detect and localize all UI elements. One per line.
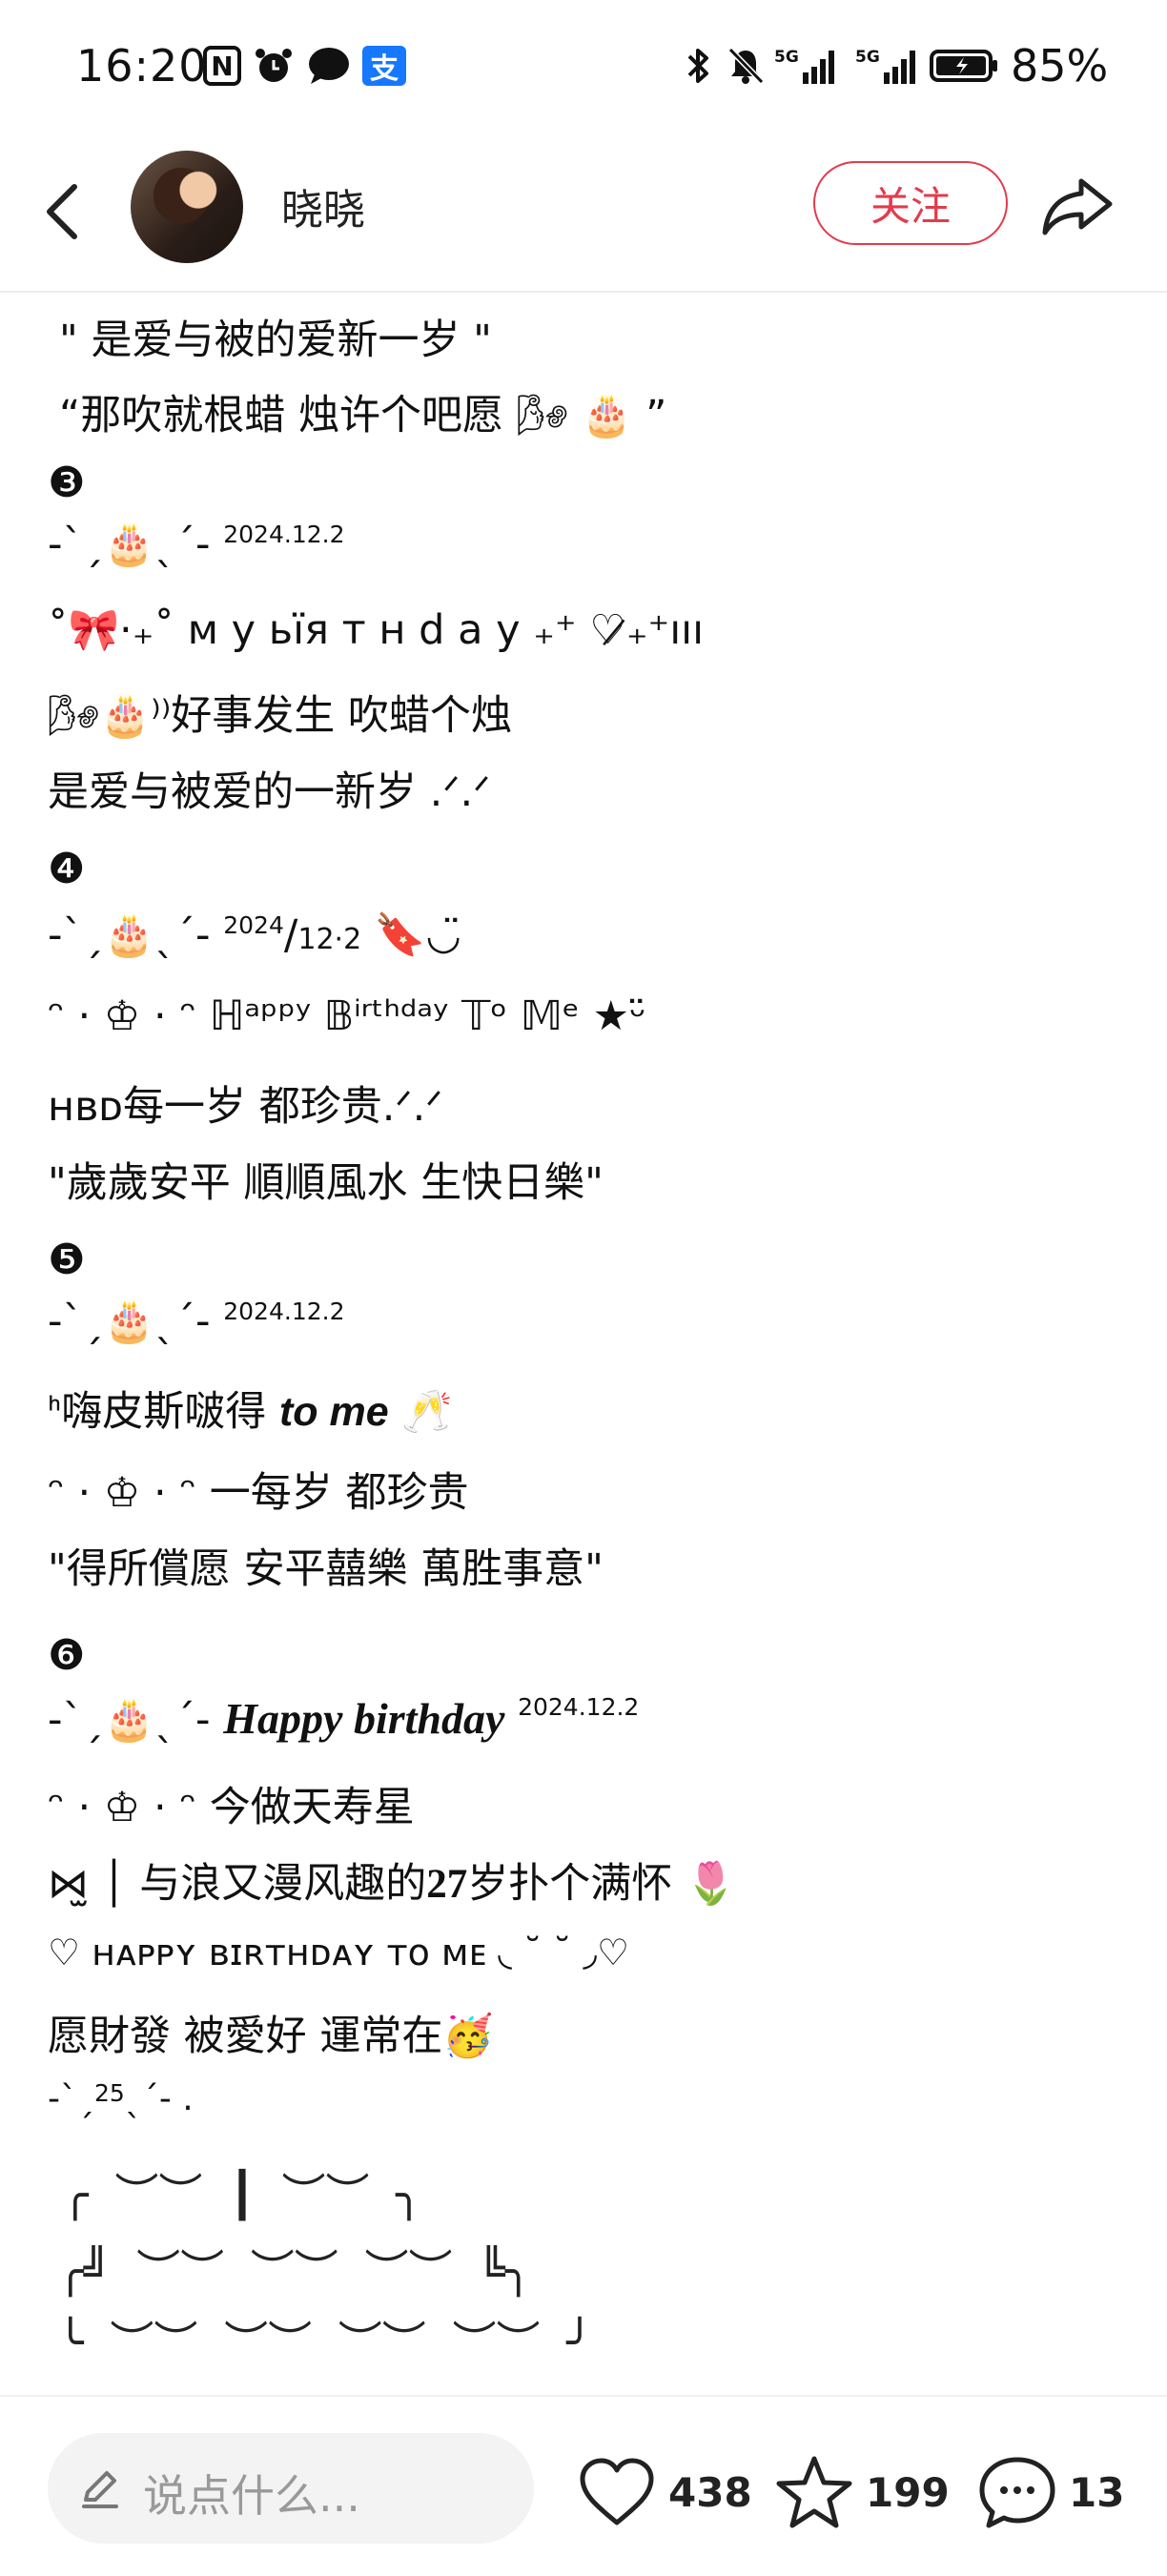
text-segment: -ˋˏ (48, 2079, 94, 2118)
ascii-cake-top: ╭ ︶︶ ┃ ︶︶ ╮ (62, 2169, 422, 2220)
date-line: -ˋˏ🎂ˎˊ- 2024.12.2 (48, 1298, 344, 1345)
share-button[interactable] (1039, 168, 1116, 244)
like-count: 438 (668, 2468, 752, 2516)
date-line: -ˋˏ🎂ˎˊ- Happy birthday 2024.12.2 (48, 1693, 639, 1744)
signal-5g-icon-2: 5G (855, 46, 922, 86)
collect-button[interactable]: 199 (774, 2454, 950, 2530)
section-number: ❹ (48, 845, 86, 893)
pencil-icon (76, 2465, 122, 2511)
date-text: 2024.12.2 (518, 1693, 640, 1721)
text-line: ⋈̫ │ 与浪又漫风趣的27岁扑个满怀 🌷 (48, 1850, 736, 1910)
text-line: ᵔ · ♔ · ᵔ ℍᵃᵖᵖʸ 𝔹ⁱʳᵗʰᵈᵃʸ 𝕋ᵒ 𝕄ᵉ ★ᵕ̈ (48, 992, 646, 1040)
like-button[interactable]: 438 (577, 2454, 752, 2530)
bookmark-decoration: 🔖◡̈ (374, 911, 461, 959)
date-slash: / (283, 911, 298, 959)
ascii-cake-bottom: ╰ ︶︶ ︶︶ ︶︶ ︶︶ ╯ (57, 2317, 593, 2368)
text-line: ᵔ · ♔ · ᵔ 一每岁 都珍贵 (48, 1469, 469, 1517)
heart-icon (580, 2458, 654, 2525)
comment-count: 13 (1069, 2468, 1125, 2516)
cake-decoration: -ˋˏ🎂ˎˊ- (48, 1696, 211, 1744)
text-line: 🌬🎂⁾⁾好事发生 吹蜡个烛 (48, 692, 512, 740)
author-name[interactable]: 晓晓 (281, 175, 365, 236)
section-number: ❺ (48, 1236, 86, 1284)
age-sup: 25 (94, 2079, 125, 2107)
text-line: ᵔ · ♔ · ᵔ 今做天寿星 (48, 1784, 415, 1831)
text-line: 是爱与被爱的一新岁 .ᐟ.ᐟ (48, 768, 491, 816)
date-year: 2024 (223, 911, 284, 939)
post-content: " 是爱与被的爱新一岁 " “那吹就根蜡 烛许个吧愿 🌬 🎂 ” ❸ -ˋˏ🎂ˎ… (0, 292, 1167, 2393)
cake-decoration: -ˋˏ🎂ˎˊ- (48, 521, 211, 568)
comment-button[interactable]: 13 (977, 2454, 1124, 2530)
status-bar: 16:20 N 支 5G 5G 85% (0, 0, 1167, 133)
alipay-icon: 支 (362, 46, 406, 86)
battery-icon (930, 46, 998, 86)
star-icon (776, 2456, 852, 2528)
date-line: -ˋˏ🎂ˎˊ- 2024/12·2 🔖◡̈ (48, 911, 461, 959)
happy-birthday-text: Happy birthday (223, 1694, 505, 1743)
bell-muted-icon (725, 46, 767, 86)
date-line: -ˋˏ🎂ˎˊ- 2024.12.2 (48, 521, 344, 568)
follow-button[interactable]: 关注 (813, 161, 1008, 245)
section-number: ❻ (48, 1631, 86, 1680)
text-line: ♡ ʜᴀᴘᴘʏ ʙɪʀᴛʜᴅᴀʏ ᴛᴏ ᴍᴇ ◟ ˘ ˘ ◞♡ (48, 1932, 630, 1973)
text-segment: ᑋ嗨皮斯啵得 (48, 1388, 279, 1436)
date-text: 2024.12.2 (223, 521, 345, 548)
cake-decoration: -ˋˏ🎂ˎˊ- (48, 911, 211, 959)
comment-input[interactable]: 说点什么... (48, 2433, 534, 2544)
bluetooth-icon (682, 46, 714, 86)
post-header: 晓晓 关注 (0, 133, 1167, 293)
text-segment: ⋈̫ │ 与浪又漫风趣的 (48, 1860, 427, 1908)
back-button[interactable] (36, 174, 93, 250)
alarm-icon (253, 46, 295, 86)
comment-placeholder: 说点什么... (143, 2470, 360, 2522)
battery-percent: 85% (1011, 40, 1109, 92)
svg-text:5G: 5G (774, 48, 799, 67)
text-line: " 是爱与被的爱新一岁 " (59, 317, 492, 364)
nfc-icon: N (203, 46, 241, 86)
collect-count: 199 (866, 2468, 950, 2516)
text-line: ʜʙᴅ每一岁 都珍贵.ᐟ.ᐟ (48, 1083, 443, 1131)
text-segment-bold: to me (278, 1389, 389, 1435)
text-line: "得所償愿 安平囍樂 萬胜事意" (48, 1545, 604, 1593)
text-line: ᑋ嗨皮斯啵得 to me 🥂 (48, 1379, 453, 1438)
cake-decoration: -ˋˏ🎂ˎˊ- (48, 1298, 211, 1345)
text-segment: ˎˊ- . (124, 2079, 194, 2118)
age-number: 27 (426, 1862, 468, 1907)
ascii-cake-middle: ╭╝ ︶︶ ︶︶ ︶︶ ╚╮ (57, 2245, 532, 2297)
text-segment: 🥂 (388, 1388, 453, 1436)
date-line: -ˋˏ25ˎˊ- . (48, 2079, 194, 2118)
avatar[interactable] (131, 151, 243, 263)
date-day: 12·2 (297, 923, 362, 956)
message-icon (307, 46, 351, 86)
bottom-action-bar: 说点什么... 438 199 13 (0, 2395, 1167, 2576)
section-number: ❸ (48, 459, 86, 507)
text-line: "歲歲安平 順順風水 生快日樂" (48, 1159, 604, 1207)
status-time: 16:20 (76, 40, 208, 92)
date-text: 2024.12.2 (223, 1298, 345, 1325)
text-segment: 岁扑个满怀 🌷 (467, 1860, 737, 1908)
text-line: ˚🎀·₊˚ м у ьїя т н d a у ₊⁺ ♡̷₊⁺ııı (48, 606, 705, 654)
text-line: “那吹就根蜡 烛许个吧愿 🌬 🎂 ” (59, 392, 667, 440)
signal-5g-icon: 5G (774, 46, 841, 86)
text-line: 愿財發 被愛好 運常在🥳 (48, 2013, 494, 2060)
comment-bubble-icon (979, 2457, 1055, 2528)
svg-text:5G: 5G (855, 48, 880, 67)
